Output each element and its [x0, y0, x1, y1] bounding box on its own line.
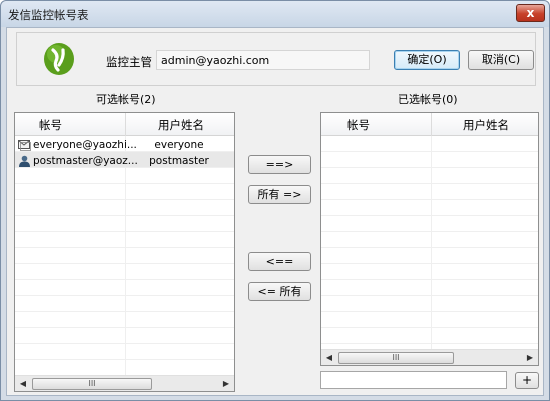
username-cell: everyone: [154, 139, 204, 151]
dialog-body: 监控主管 admin@yaozhi.com 确定(O) 取消(C) 可选帐号(2…: [6, 27, 544, 396]
grid-line: [15, 184, 234, 200]
group-mail-icon: [18, 140, 31, 151]
title-bar[interactable]: 发信监控帐号表 x: [1, 1, 549, 27]
grid-line: [321, 152, 538, 168]
column-header-username[interactable]: 用户姓名: [463, 117, 509, 133]
scroll-left-icon[interactable]: ◀: [321, 350, 337, 366]
grid-line: [321, 232, 538, 248]
grid-line: [321, 264, 538, 280]
horizontal-scrollbar[interactable]: ◀ III ▶: [15, 375, 234, 391]
horizontal-scrollbar[interactable]: ◀ III ▶: [321, 349, 538, 365]
grid-line: [15, 200, 234, 216]
column-header-account[interactable]: 帐号: [347, 117, 370, 133]
grid-line: [15, 264, 234, 280]
grid-line: [15, 344, 234, 360]
grid-line: [321, 216, 538, 232]
available-accounts-list[interactable]: 帐号 用户姓名 everyone@yaozhi... everyone post…: [14, 112, 235, 392]
grid-line: [321, 168, 538, 184]
column-divider[interactable]: [431, 113, 432, 136]
account-cell: everyone@yaozhi...: [33, 139, 137, 151]
grid-line: [321, 200, 538, 216]
grid-line: [15, 360, 234, 376]
supervisor-label: 监控主管: [106, 55, 152, 69]
scroll-left-icon[interactable]: ◀: [15, 376, 31, 392]
selected-accounts-list[interactable]: 帐号 用户姓名 ◀ III ▶: [320, 112, 539, 366]
grid-line: [321, 184, 538, 200]
dialog-window: 发信监控帐号表 x 监控主管 admin@yaozhi.com 确定(O) 取消…: [0, 0, 550, 401]
filter-input[interactable]: [320, 371, 507, 389]
list-item[interactable]: everyone@yaozhi... everyone: [15, 137, 234, 153]
grid-line: [321, 312, 538, 328]
list-item[interactable]: postmaster@yaoz... postmaster: [15, 153, 234, 169]
grid-line: [15, 280, 234, 296]
app-logo-icon: [44, 43, 74, 75]
grid-line: [321, 136, 538, 152]
grid-line: [15, 296, 234, 312]
remove-selected-button[interactable]: <==: [248, 252, 311, 271]
grid-line: [15, 248, 234, 264]
grid-line: [321, 248, 538, 264]
close-button[interactable]: x: [516, 4, 545, 22]
scroll-thumb[interactable]: III: [32, 378, 152, 390]
scroll-right-icon[interactable]: ▶: [218, 376, 234, 392]
add-button[interactable]: +: [515, 372, 539, 389]
grid-line: [15, 168, 234, 184]
scroll-thumb[interactable]: III: [338, 352, 454, 364]
available-list-header: 帐号 用户姓名: [15, 113, 234, 136]
grid-line: [15, 232, 234, 248]
grid-line: [15, 328, 234, 344]
close-icon: x: [526, 6, 535, 20]
grid-line: [321, 280, 538, 296]
grid-line: [321, 296, 538, 312]
remove-all-button[interactable]: <= 所有: [248, 282, 311, 301]
scroll-right-icon[interactable]: ▶: [522, 350, 538, 366]
column-header-account[interactable]: 帐号: [39, 117, 62, 133]
column-header-username[interactable]: 用户姓名: [158, 117, 204, 133]
grid-line: [321, 328, 538, 344]
supervisor-field[interactable]: admin@yaozhi.com: [156, 50, 370, 70]
available-list-title: 可选帐号(2): [96, 93, 156, 106]
selected-list-header: 帐号 用户姓名: [321, 113, 538, 136]
window-title: 发信监控帐号表: [8, 8, 89, 22]
add-all-button[interactable]: 所有 =>: [248, 185, 311, 204]
ok-button[interactable]: 确定(O): [394, 50, 460, 70]
grid-line: [15, 312, 234, 328]
account-cell: postmaster@yaoz...: [33, 155, 138, 167]
column-divider[interactable]: [125, 113, 126, 136]
selected-list-title: 已选帐号(0): [398, 93, 458, 106]
add-selected-button[interactable]: ==>: [248, 155, 311, 174]
username-cell: postmaster: [149, 155, 209, 167]
grid-line: [15, 216, 234, 232]
supervisor-panel: 监控主管 admin@yaozhi.com 确定(O) 取消(C): [16, 32, 536, 86]
cancel-button[interactable]: 取消(C): [468, 50, 534, 70]
user-icon: [19, 155, 30, 167]
